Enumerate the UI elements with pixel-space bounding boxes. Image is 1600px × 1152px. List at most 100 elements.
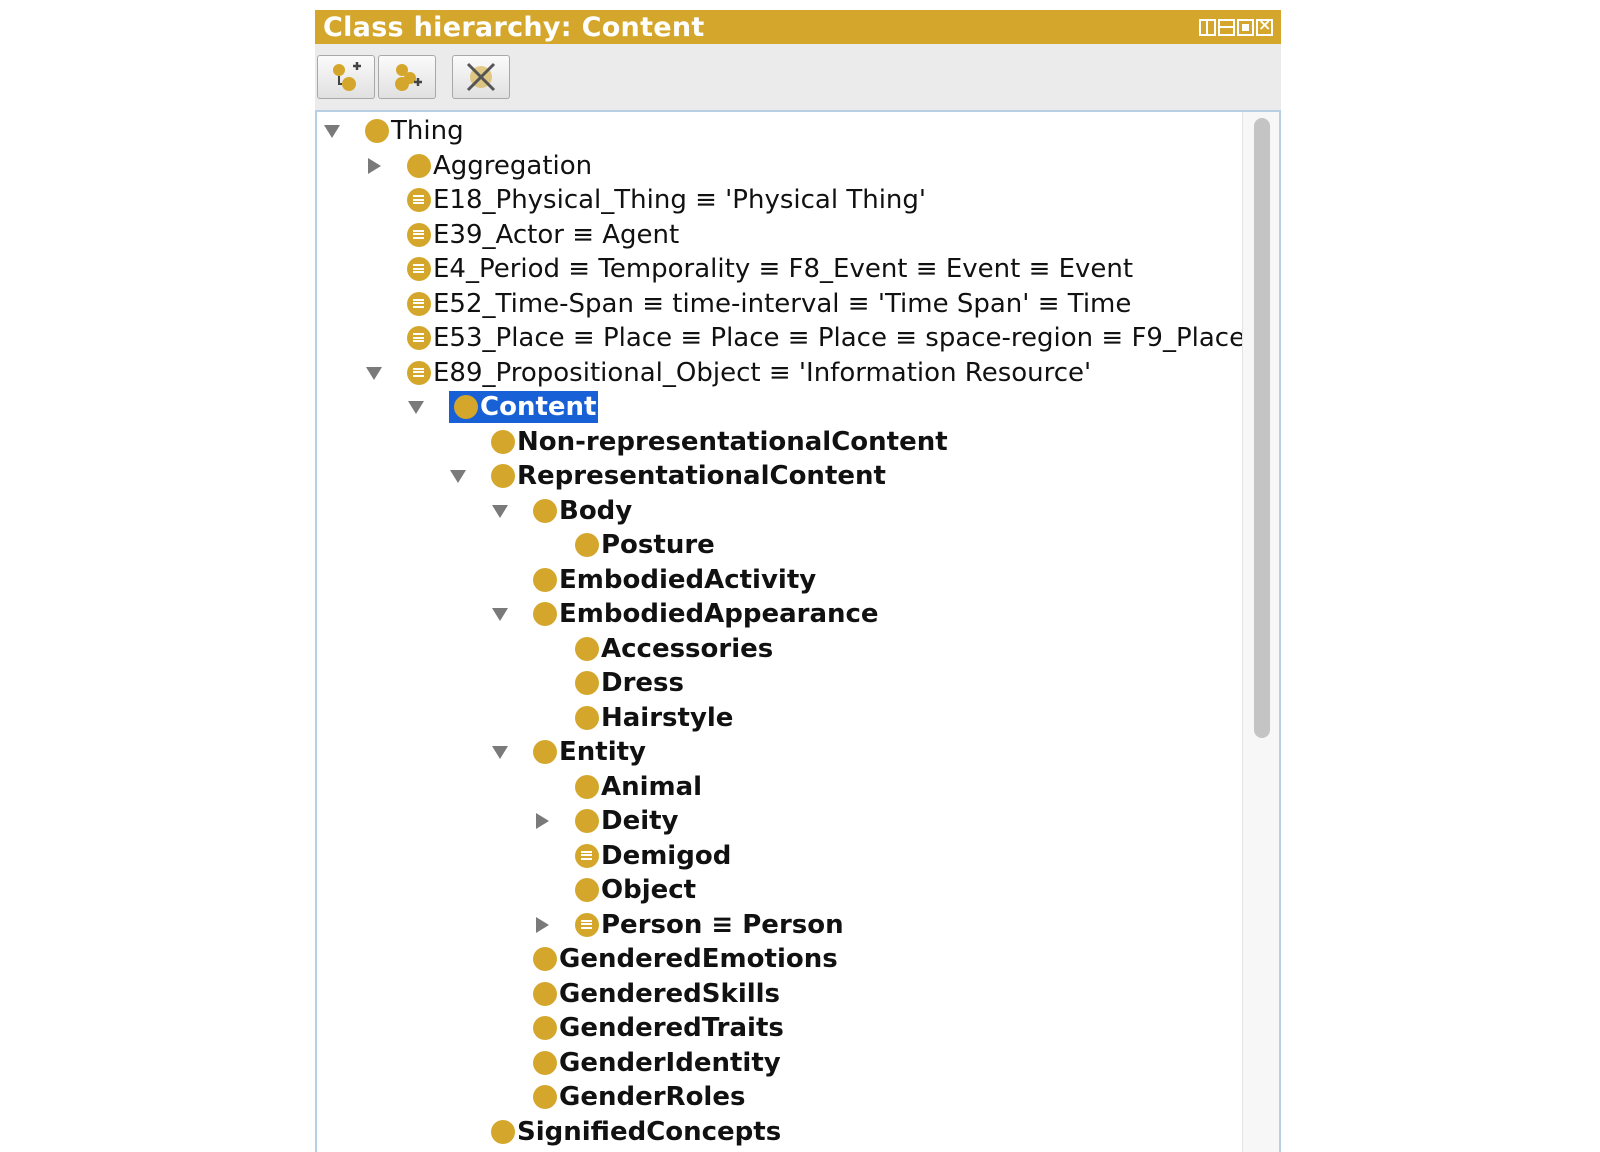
split-horizontal-icon[interactable] — [1218, 18, 1235, 36]
tree-node[interactable]: Content — [449, 391, 599, 424]
class-label: Posture — [601, 530, 715, 561]
expanded-triangle-icon[interactable] — [489, 603, 511, 625]
tree-row[interactable]: Aggregation — [317, 149, 1239, 184]
delete-class-button[interactable] — [452, 55, 510, 99]
split-vertical-icon[interactable] — [1199, 18, 1216, 36]
equivalent-class-icon — [575, 912, 599, 937]
expanded-triangle-icon[interactable] — [447, 465, 469, 487]
tree-row[interactable]: Deity — [317, 804, 1239, 839]
expanded-triangle-icon[interactable] — [489, 741, 511, 763]
tree-row[interactable]: Object — [317, 873, 1239, 908]
tree-row[interactable]: GenderedSkills — [317, 977, 1239, 1012]
tree-node[interactable]: EmbodiedActivity — [533, 565, 816, 595]
class-label: E39_Actor ≡ Agent — [433, 219, 680, 250]
tree-node[interactable]: Aggregation — [407, 151, 592, 181]
tree-node[interactable]: Accessories — [575, 634, 773, 664]
class-icon — [575, 878, 599, 903]
class-label: E53_Place ≡ Place ≡ Place ≡ Place ≡ spac… — [433, 323, 1246, 354]
tree-node[interactable]: Object — [575, 875, 696, 905]
tree-node[interactable]: Entity — [533, 737, 646, 767]
tree-row[interactable]: Hairstyle — [317, 701, 1239, 736]
class-icon — [365, 119, 389, 144]
class-toolbar — [315, 44, 1281, 111]
tree-node[interactable]: Non-representationalContent — [491, 427, 948, 457]
add-sibling-class-button[interactable] — [378, 55, 436, 99]
tree-row[interactable]: E39_Actor ≡ Agent — [317, 218, 1239, 253]
collapsed-triangle-icon[interactable] — [363, 155, 385, 177]
expanded-triangle-icon[interactable] — [489, 500, 511, 522]
tree-node[interactable]: GenderRoles — [533, 1082, 745, 1112]
tree-node[interactable]: Hairstyle — [575, 703, 733, 733]
tree-node[interactable]: Posture — [575, 530, 715, 560]
tree-row[interactable]: Content — [317, 390, 1239, 425]
tree-node[interactable]: SignifiedConcepts — [491, 1117, 781, 1147]
class-icon — [407, 153, 431, 178]
tree-node[interactable]: E4_Period ≡ Temporality ≡ F8_Event ≡ Eve… — [407, 254, 1133, 284]
tree-node[interactable]: E39_Actor ≡ Agent — [407, 220, 679, 250]
tree-row[interactable]: Person ≡ Person — [317, 908, 1239, 943]
class-label: GenderRoles — [559, 1082, 746, 1113]
selected-highlight[interactable]: Content — [449, 391, 599, 424]
tree-row[interactable]: GenderRoles — [317, 1080, 1239, 1115]
tree-row[interactable]: E4_Period ≡ Temporality ≡ F8_Event ≡ Eve… — [317, 252, 1239, 287]
class-label: E18_Physical_Thing ≡ 'Physical Thing' — [433, 185, 927, 216]
expanded-triangle-icon[interactable] — [321, 120, 343, 142]
tree-node[interactable]: GenderedSkills — [533, 979, 780, 1009]
tree-row[interactable]: Demigod — [317, 839, 1239, 874]
tree-row[interactable]: Body — [317, 494, 1239, 529]
tree-row[interactable]: GenderedTraits — [317, 1011, 1239, 1046]
tree-node[interactable]: RepresentationalContent — [491, 461, 886, 491]
tree-row[interactable]: Dress — [317, 666, 1239, 701]
tree-row[interactable]: RepresentationalContent — [317, 459, 1239, 494]
tree-node[interactable]: Demigod — [575, 841, 731, 871]
tree-row[interactable]: GenderedEmotions — [317, 942, 1239, 977]
collapsed-triangle-icon[interactable] — [531, 914, 553, 936]
tree-row[interactable]: SignifiedConcepts — [317, 1115, 1239, 1150]
tree-node[interactable]: E18_Physical_Thing ≡ 'Physical Thing' — [407, 185, 926, 215]
tree-row[interactable]: EmbodiedActivity — [317, 563, 1239, 598]
add-sibling-class-icon — [395, 64, 422, 91]
equivalent-class-icon — [407, 257, 431, 282]
tree-node[interactable]: E53_Place ≡ Place ≡ Place ≡ Place ≡ spac… — [407, 323, 1245, 353]
vertical-scrollbar[interactable] — [1242, 112, 1279, 1152]
tree-node[interactable]: Person ≡ Person — [575, 910, 844, 940]
tree-node[interactable]: EmbodiedAppearance — [533, 599, 879, 629]
class-icon — [575, 636, 599, 661]
maximize-icon[interactable] — [1237, 18, 1254, 36]
tree-row[interactable]: Thing — [317, 114, 1239, 149]
tree-node[interactable]: GenderedEmotions — [533, 944, 838, 974]
tree-row[interactable]: Posture — [317, 528, 1239, 563]
tree-node[interactable]: Body — [533, 496, 632, 526]
class-icon — [533, 498, 557, 523]
add-subclass-button[interactable] — [317, 55, 375, 99]
class-icon — [491, 464, 515, 489]
tree-row[interactable]: Non-representationalContent — [317, 425, 1239, 460]
expanded-triangle-icon[interactable] — [405, 396, 427, 418]
tree-node[interactable]: Animal — [575, 772, 702, 802]
tree-row[interactable]: Accessories — [317, 632, 1239, 667]
tree-row[interactable]: E52_Time-Span ≡ time-interval ≡ 'Time Sp… — [317, 287, 1239, 322]
class-label: Demigod — [601, 840, 732, 871]
tree-node[interactable]: GenderedTraits — [533, 1013, 784, 1043]
scrollbar-thumb[interactable] — [1254, 118, 1270, 738]
class-icon — [533, 1016, 557, 1041]
tree-row[interactable]: E18_Physical_Thing ≡ 'Physical Thing' — [317, 183, 1239, 218]
class-label: Deity — [601, 806, 679, 837]
tree-row[interactable]: E53_Place ≡ Place ≡ Place ≡ Place ≡ spac… — [317, 321, 1245, 356]
tree-node[interactable]: Deity — [575, 806, 679, 836]
tree-row[interactable]: E89_Propositional_Object ≡ 'Information … — [317, 356, 1239, 391]
tree-node[interactable]: Dress — [575, 668, 684, 698]
collapsed-triangle-icon[interactable] — [531, 810, 553, 832]
tree-node[interactable]: E52_Time-Span ≡ time-interval ≡ 'Time Sp… — [407, 289, 1131, 319]
tree-node[interactable]: Thing — [365, 116, 464, 146]
tree-row[interactable]: Animal — [317, 770, 1239, 805]
close-icon[interactable] — [1256, 15, 1273, 36]
tree-node[interactable]: E89_Propositional_Object ≡ 'Information … — [407, 358, 1091, 388]
tree-row[interactable]: GenderIdentity — [317, 1046, 1239, 1081]
tree-row[interactable]: Entity — [317, 735, 1239, 770]
class-tree[interactable]: Thing Aggregation E18_Physical_Thing ≡ 'Ph… — [315, 110, 1281, 1152]
tree-row[interactable]: EmbodiedAppearance — [317, 597, 1239, 632]
panel-title: Class hierarchy: Content — [323, 11, 705, 43]
expanded-triangle-icon[interactable] — [363, 362, 385, 384]
tree-node[interactable]: GenderIdentity — [533, 1048, 781, 1078]
